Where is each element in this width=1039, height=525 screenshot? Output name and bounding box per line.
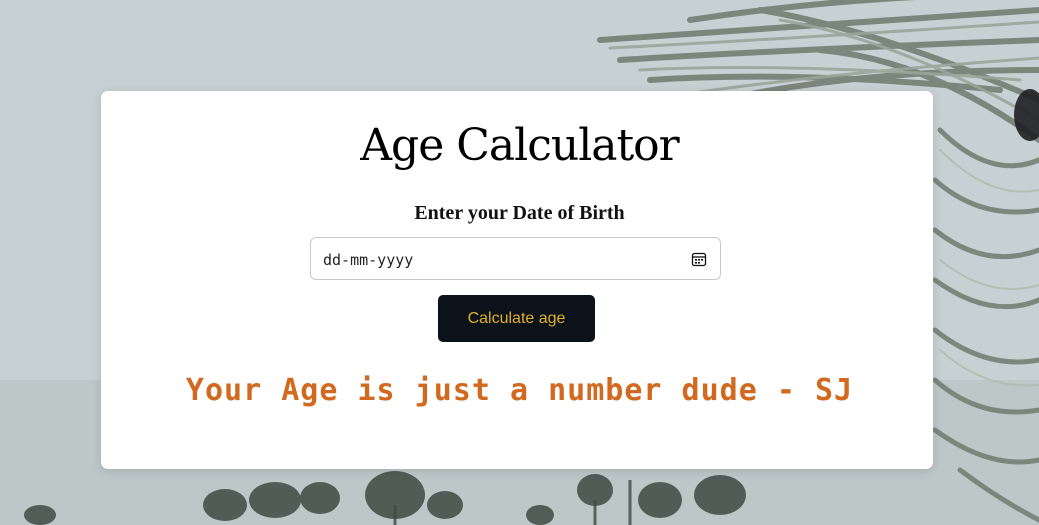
calculate-age-button[interactable]: Calculate age [438, 295, 595, 342]
calendar-icon[interactable] [691, 251, 707, 267]
date-input-placeholder: dd-mm-yyyy [323, 251, 414, 269]
dob-label: Enter your Date of Birth [414, 202, 625, 224]
date-of-birth-input[interactable]: dd-mm-yyyy [310, 237, 721, 280]
result-text: Your Age is just a number dude - SJ [185, 373, 854, 408]
page-title: Age Calculator [360, 120, 679, 171]
